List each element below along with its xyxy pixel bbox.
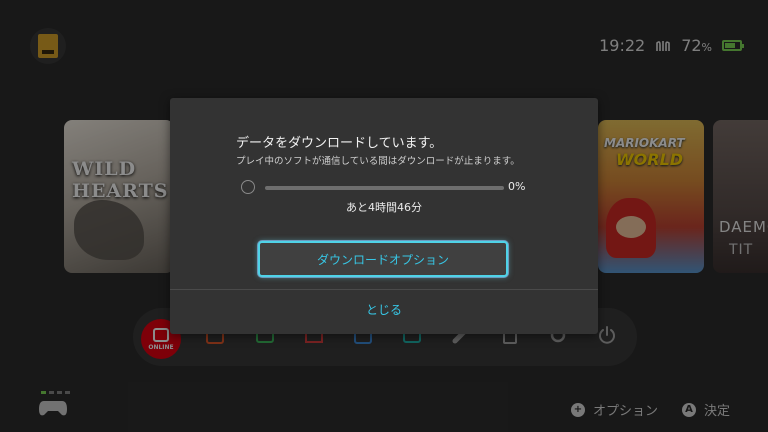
loading-spinner-icon (241, 180, 255, 194)
close-button[interactable]: とじる (170, 301, 598, 323)
download-dialog: データをダウンロードしています。 プレイ中のソフトが通信している間はダウンロード… (170, 98, 598, 334)
download-options-button[interactable]: ダウンロードオプション (258, 241, 508, 277)
progress-percentage: 0% (508, 180, 526, 193)
dialog-divider (170, 289, 598, 290)
dialog-subtitle: プレイ中のソフトが通信している間はダウンロードが止まります。 (236, 156, 520, 167)
time-remaining: あと4時間46分 (346, 201, 422, 214)
download-progress-bar (265, 186, 504, 190)
dialog-title: データをダウンロードしています。 (236, 136, 443, 151)
